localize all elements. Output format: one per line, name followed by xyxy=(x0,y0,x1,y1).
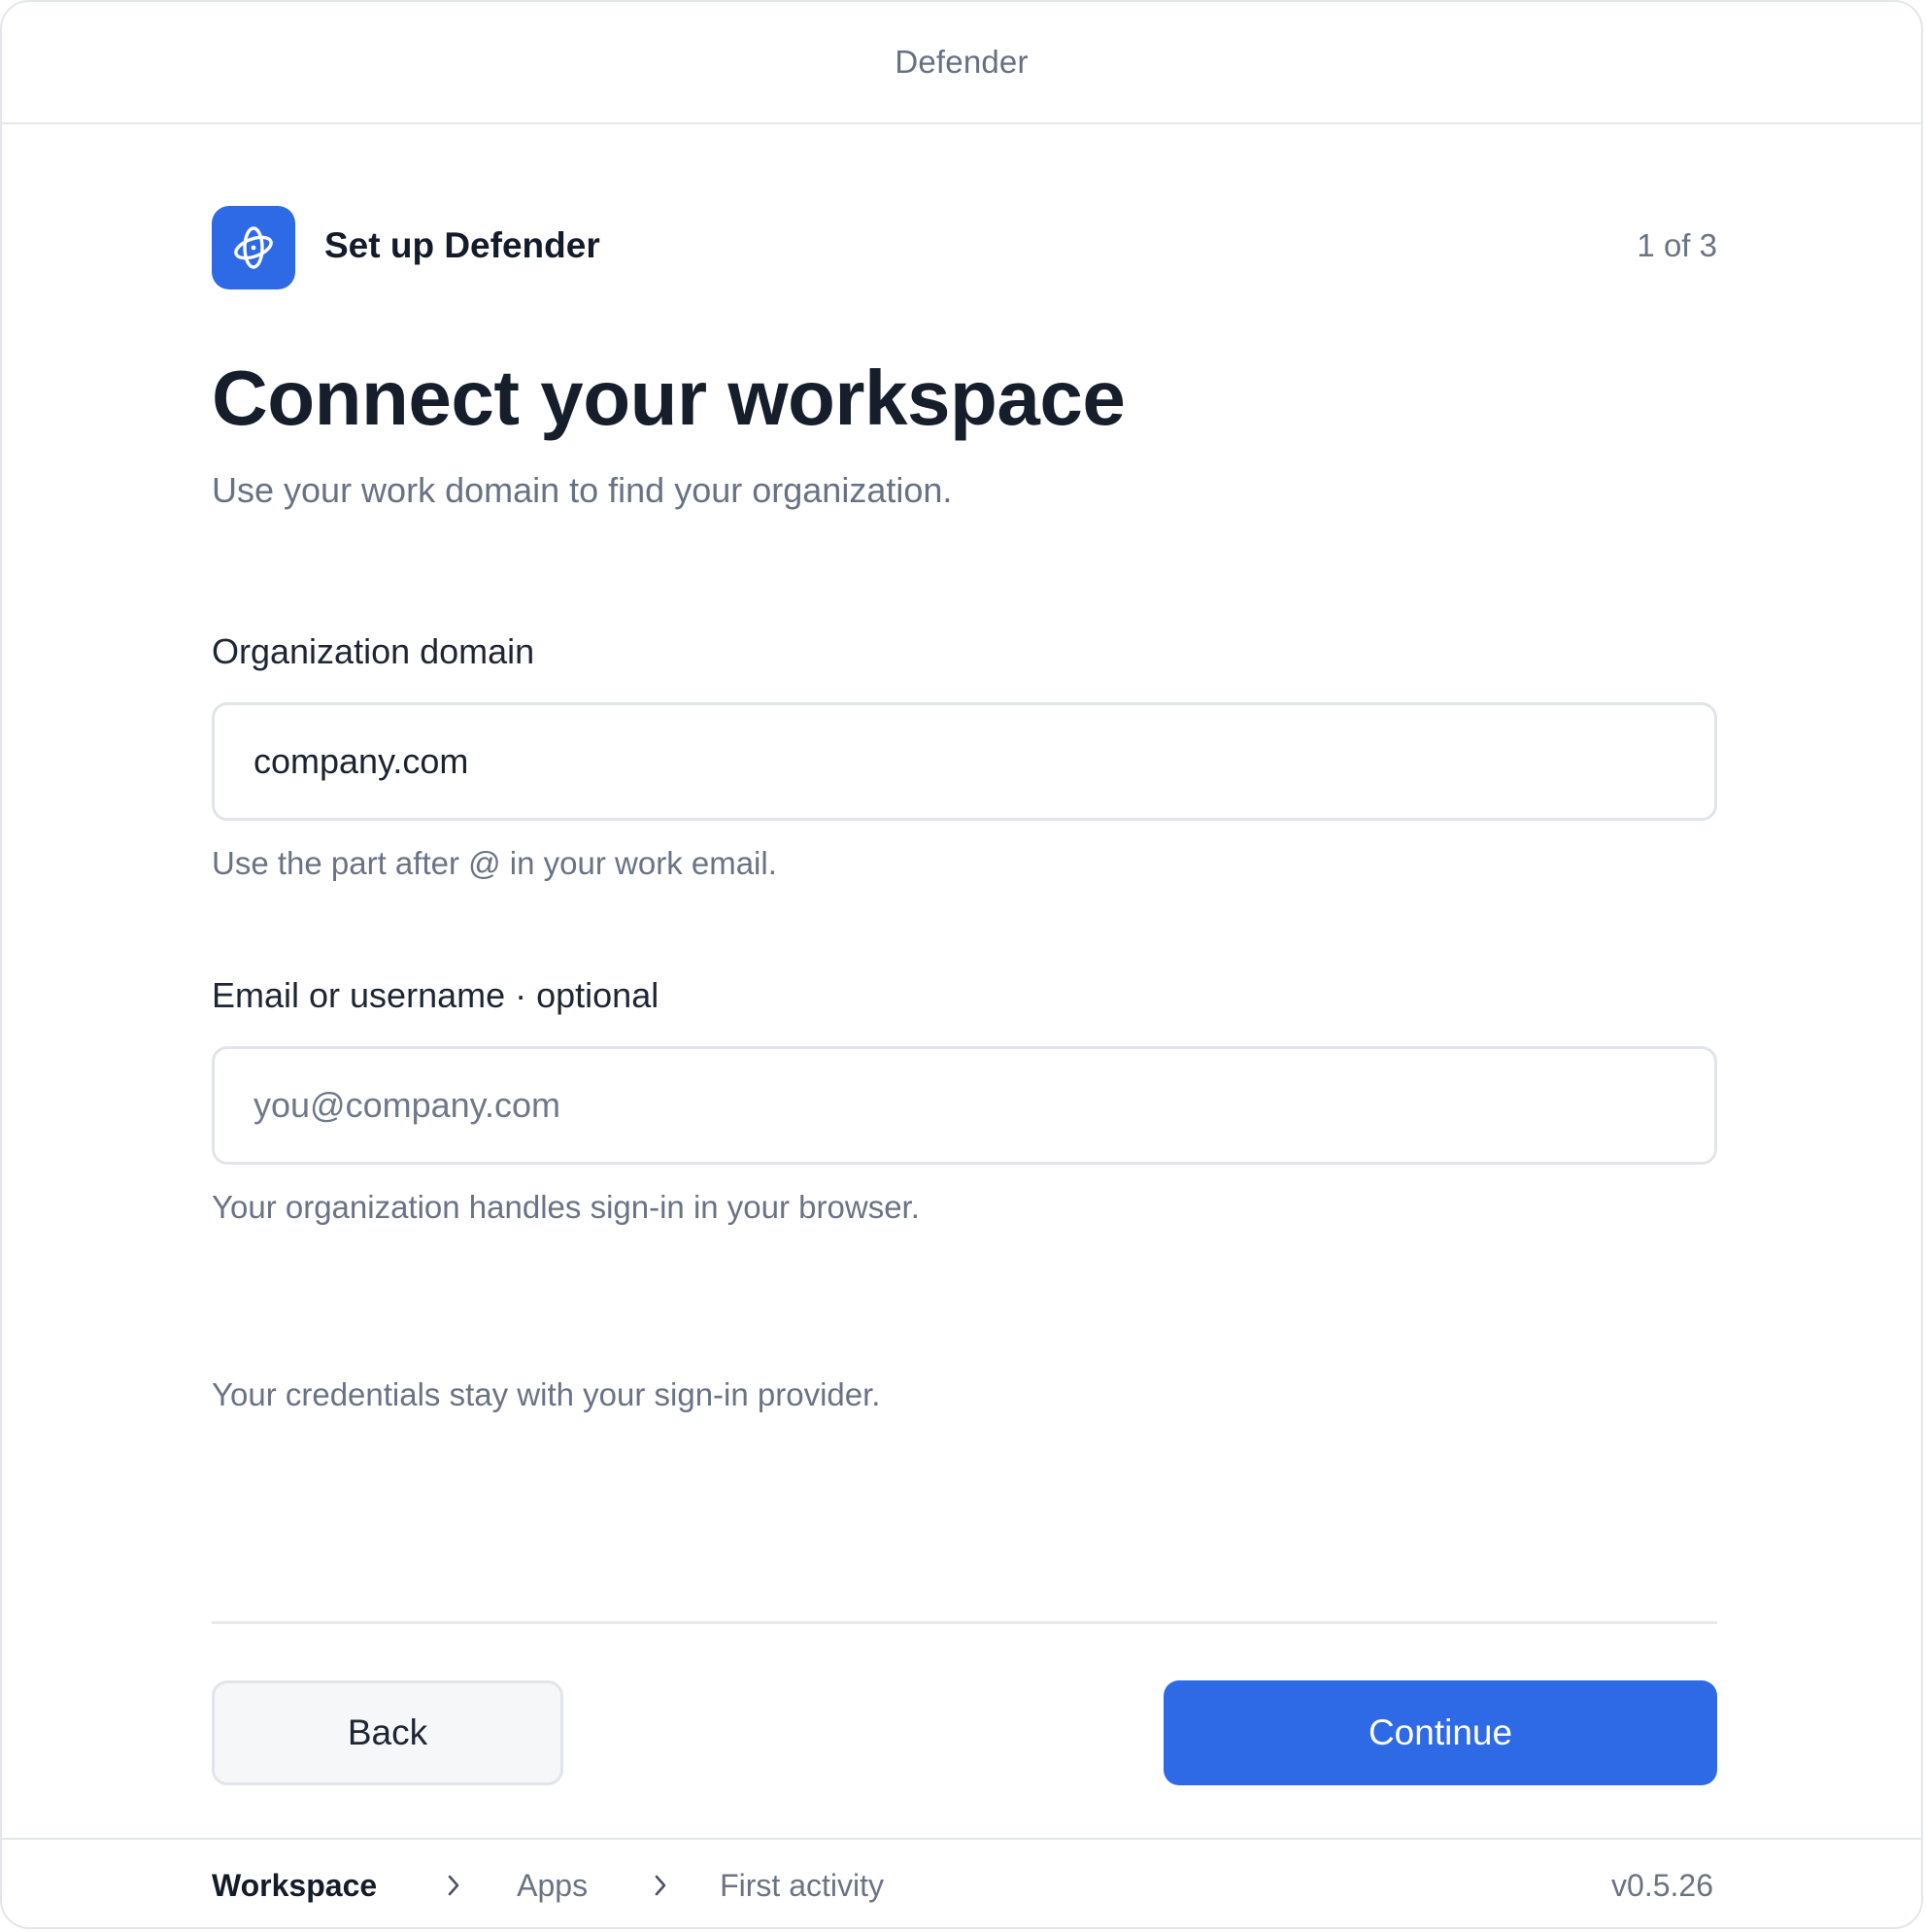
back-button[interactable]: Back xyxy=(212,1680,563,1785)
chevron-right-icon xyxy=(646,1871,675,1900)
email-username-helper: Your organization handles sign-in in you… xyxy=(212,1189,920,1225)
app-title: Set up Defender xyxy=(324,225,600,265)
breadcrumb: Workspace Apps First activity xyxy=(212,1840,884,1927)
app-header: Set up Defender 1 of 3 xyxy=(212,206,1717,289)
continue-button[interactable]: Continue xyxy=(1164,1680,1717,1785)
credentials-note: Your credentials stay with your sign-in … xyxy=(212,1376,881,1412)
email-username-input[interactable] xyxy=(212,1046,1717,1165)
version-label: v0.5.26 xyxy=(1611,1867,1713,1903)
actions-divider xyxy=(212,1621,1717,1624)
orbit-logo-icon xyxy=(212,206,295,289)
chevron-right-icon xyxy=(439,1871,468,1900)
footer: Workspace Apps First activity v0.5.26 xyxy=(2,1838,1921,1927)
breadcrumb-item-workspace[interactable]: Workspace xyxy=(212,1868,377,1904)
page-subtitle: Use your work domain to find your organi… xyxy=(212,470,953,510)
title-bar: Defender xyxy=(2,2,1921,124)
breadcrumb-item-first-activity[interactable]: First activity xyxy=(720,1868,884,1904)
window-title: Defender xyxy=(895,44,1029,80)
setup-window: Defender Set up Defender 1 of 3 Connect … xyxy=(0,0,1923,1929)
organization-domain-helper: Use the part after @ in your work email. xyxy=(212,845,777,881)
breadcrumb-item-apps[interactable]: Apps xyxy=(517,1868,588,1904)
step-indicator: 1 of 3 xyxy=(1637,227,1717,263)
organization-domain-input[interactable] xyxy=(212,702,1717,821)
organization-domain-label: Organization domain xyxy=(212,631,535,671)
page-title: Connect your workspace xyxy=(212,355,1126,441)
email-username-label: Email or username · optional xyxy=(212,975,659,1015)
